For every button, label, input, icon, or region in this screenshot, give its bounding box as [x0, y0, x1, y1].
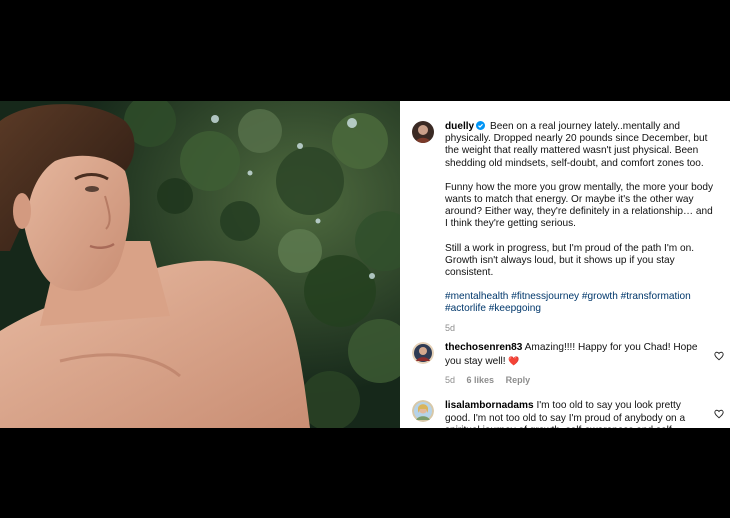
- comment-timestamp[interactable]: 5d: [445, 375, 455, 385]
- author-username[interactable]: duelly: [445, 121, 474, 132]
- comment-1: thechosenren83 Amazing!!!! Happy for you…: [412, 342, 724, 387]
- author-avatar[interactable]: [412, 121, 434, 143]
- author-avatar-image: [412, 121, 434, 143]
- comment-body: lisalambornadams I'm too old to say you …: [445, 400, 708, 428]
- comment-2: lisalambornadams I'm too old to say you …: [412, 400, 724, 428]
- hashtags[interactable]: #mentalhealth #fitnessjourney #growth #t…: [445, 291, 716, 315]
- reply-button[interactable]: Reply: [506, 375, 531, 385]
- comment-username[interactable]: thechosenren83: [445, 342, 522, 353]
- post-timestamp[interactable]: 5d: [445, 322, 716, 334]
- caption-paragraph-3: Still a work in progress, but I'm proud …: [445, 242, 695, 279]
- red-heart-emoji: ❤️: [508, 355, 520, 366]
- heart-outline-icon[interactable]: [714, 348, 724, 361]
- commenter-avatar-image: [412, 342, 434, 364]
- verified-badge-icon: [476, 121, 486, 130]
- commenter-avatar-image: [412, 400, 434, 422]
- post-details-panel: duelly Been on a real journey lately..me…: [400, 101, 730, 428]
- caption-text: duelly Been on a real journey lately..me…: [445, 121, 716, 334]
- caption-paragraph-2: Funny how the more you grow mentally, th…: [445, 181, 713, 230]
- comment-body: thechosenren83 Amazing!!!! Happy for you…: [445, 342, 708, 387]
- comment-likes[interactable]: 6 likes: [467, 375, 495, 385]
- comment-username[interactable]: lisalambornadams: [445, 400, 534, 411]
- post-photo[interactable]: [0, 101, 400, 428]
- comment-meta: 5d 6 likes Reply: [445, 374, 708, 387]
- post-photo-image: [0, 101, 400, 428]
- caption: duelly Been on a real journey lately..me…: [412, 121, 716, 334]
- heart-outline-icon[interactable]: [714, 406, 724, 419]
- comment-avatar[interactable]: [412, 342, 434, 364]
- comment-avatar[interactable]: [412, 400, 434, 422]
- instagram-post: duelly Been on a real journey lately..me…: [0, 101, 730, 428]
